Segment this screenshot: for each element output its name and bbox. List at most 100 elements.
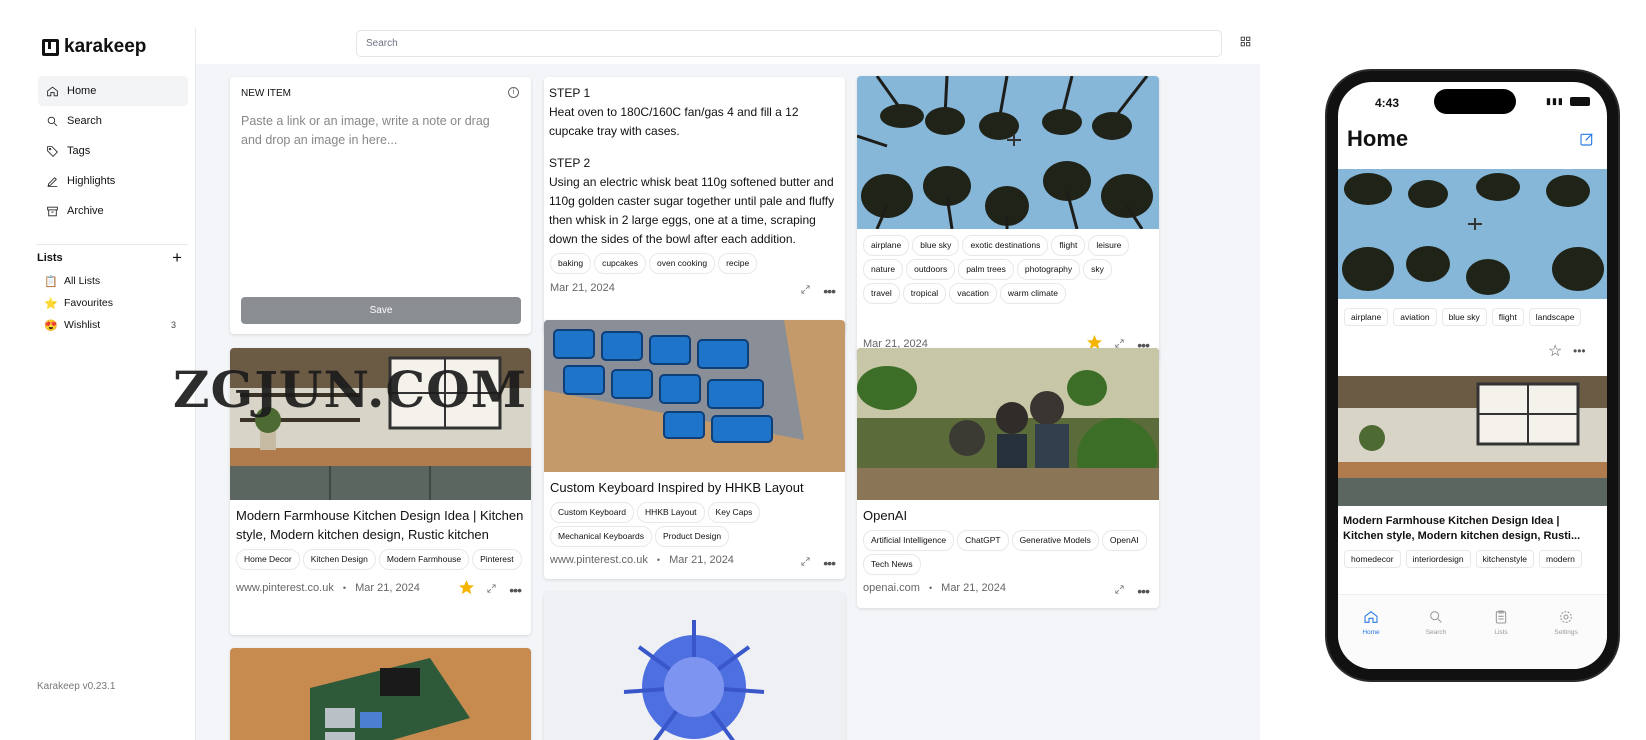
more-options-icon[interactable]: ••• [509,583,522,597]
tag[interactable]: airplane [1344,308,1389,326]
list-label: All Lists [64,275,101,287]
tag[interactable]: landscape [1528,308,1582,326]
info-icon[interactable]: i [508,87,519,98]
note-actions: ••• [800,282,836,300]
keyboard-image [544,320,845,472]
karakeep-app: karakeep Home Search Tags Highlights Arc… [28,28,1260,740]
tag[interactable]: homedecor [1344,550,1401,568]
expand-icon[interactable] [486,581,497,599]
tag[interactable]: airplane [863,235,910,256]
tag[interactable]: warm climate [999,283,1066,304]
save-button[interactable]: Save [241,297,521,324]
palm-trees-card[interactable]: airplane blue sky exotic destinations fl… [857,76,1159,361]
spiky-image-card[interactable] [544,592,845,740]
nav-item-tags[interactable]: Tags [38,136,188,166]
openai-source[interactable]: openai.com [863,582,920,594]
tag[interactable]: OpenAI [1101,530,1147,551]
tag[interactable]: Pinterest [472,549,522,570]
note-step2-text: Using an electric whisk beat 110g soften… [549,175,835,246]
top-bar: Search D [196,28,1260,64]
add-list-icon[interactable]: + [172,248,182,268]
archive-icon [45,204,59,218]
new-item-title: NEW ITEM [241,88,291,99]
tag[interactable]: photography [1016,259,1081,280]
openai-date: Mar 21, 2024 [941,582,1006,594]
grid-layout-icon[interactable] [1239,35,1255,51]
tag[interactable]: Mechanical Keyboards [550,526,652,547]
tag[interactable]: flight [1491,308,1524,326]
circuit-board-card[interactable] [230,648,531,740]
list-item-all-lists[interactable]: 📋 All Lists [44,270,176,292]
tag[interactable]: Generative Models [1011,530,1099,551]
search-icon [1430,611,1442,623]
list-count: 3 [170,320,176,330]
tag[interactable]: Custom Keyboard [550,502,635,523]
tag[interactable]: oven cooking [648,253,716,274]
tag[interactable]: outdoors [906,259,956,280]
tab-home[interactable]: Home [1346,609,1396,636]
tag[interactable]: vacation [949,283,997,304]
note-card[interactable]: STEP 1 Heat oven to 180C/160C fan/gas 4 … [544,77,845,335]
favourite-star-icon[interactable] [459,580,475,600]
tab-lists[interactable]: Lists [1476,609,1526,636]
tag[interactable]: baking [550,253,592,274]
tag[interactable]: Product Design [655,526,730,547]
openai-card[interactable]: OpenAI Artificial Intelligence ChatGPT G… [857,348,1159,608]
tag[interactable]: interiordesign [1405,550,1471,568]
nav-item-highlights[interactable]: Highlights [38,166,188,196]
tag[interactable]: Modern Farmhouse [378,549,470,570]
keyboard-title[interactable]: Custom Keyboard Inspired by HHKB Layout [544,478,845,497]
compose-icon[interactable] [1579,131,1595,152]
star-outline-icon[interactable]: ☆ [1548,341,1562,361]
more-options-icon[interactable]: ••• [823,556,836,570]
tag[interactable]: blue sky [912,235,960,256]
tag[interactable]: nature [863,259,904,280]
more-options-icon[interactable]: ••• [1137,584,1150,598]
expand-icon[interactable] [800,554,811,572]
tag[interactable]: HHKB Layout [637,502,705,523]
tag[interactable]: recipe [718,253,758,274]
tag[interactable]: Tech News [863,554,921,575]
keyboard-tags: Custom Keyboard HHKB Layout Key Caps Mec… [544,502,824,547]
tag[interactable]: flight [1051,235,1086,256]
tag[interactable]: Home Decor [236,549,300,570]
tag[interactable]: cupcakes [594,253,646,274]
phone-kitchen-title[interactable]: Modern Farmhouse Kitchen Design Idea | K… [1343,514,1601,544]
new-item-textarea[interactable]: Paste a link or an image, write a note o… [241,112,511,150]
keyboard-card[interactable]: Custom Keyboard Inspired by HHKB Layout … [544,320,845,579]
tag[interactable]: modern [1538,550,1582,568]
logo[interactable]: karakeep [42,36,146,58]
more-options-icon[interactable]: ••• [823,284,836,298]
openai-title[interactable]: OpenAI [857,506,1159,525]
phone-kitchen-tags: homedecor interiordesign kitchenstyle mo… [1344,550,1582,568]
kitchen-title[interactable]: Modern Farmhouse Kitchen Design Idea | K… [230,506,531,544]
nav-item-archive[interactable]: Archive [38,196,188,226]
tag[interactable]: aviation [1393,308,1437,326]
search-input[interactable]: Search [356,30,1222,57]
tag[interactable]: travel [863,283,900,304]
expand-icon[interactable] [800,282,811,300]
expand-icon[interactable] [1114,582,1125,600]
more-options-icon[interactable]: ••• [1573,344,1586,358]
tag[interactable]: exotic destinations [962,235,1049,256]
tag[interactable]: Kitchen Design [302,549,376,570]
list-item-favourites[interactable]: ⭐ Favourites [44,292,176,314]
phone-tab-bar: Home Search Lists Settings [1338,594,1607,669]
tag[interactable]: palm trees [958,259,1014,280]
keyboard-source[interactable]: www.pinterest.co.uk [550,554,648,566]
nav-item-home[interactable]: Home [38,76,188,106]
list-item-wishlist[interactable]: 😍 Wishlist 3 [44,314,176,336]
tag[interactable]: Key Caps [707,502,761,523]
tag[interactable]: blue sky [1441,308,1487,326]
tag[interactable]: tropical [902,283,947,304]
list-emoji: ⭐ [44,297,58,310]
kitchen-source[interactable]: www.pinterest.co.uk [236,582,334,594]
tag[interactable]: ChatGPT [957,530,1009,551]
tab-search[interactable]: Search [1411,609,1461,636]
tag[interactable]: kitchenstyle [1475,550,1534,568]
tag[interactable]: leisure [1088,235,1130,256]
nav-item-search[interactable]: Search [38,106,188,136]
tag[interactable]: sky [1083,259,1112,280]
tab-settings[interactable]: Settings [1541,609,1591,636]
tag[interactable]: Artificial Intelligence [863,530,955,551]
